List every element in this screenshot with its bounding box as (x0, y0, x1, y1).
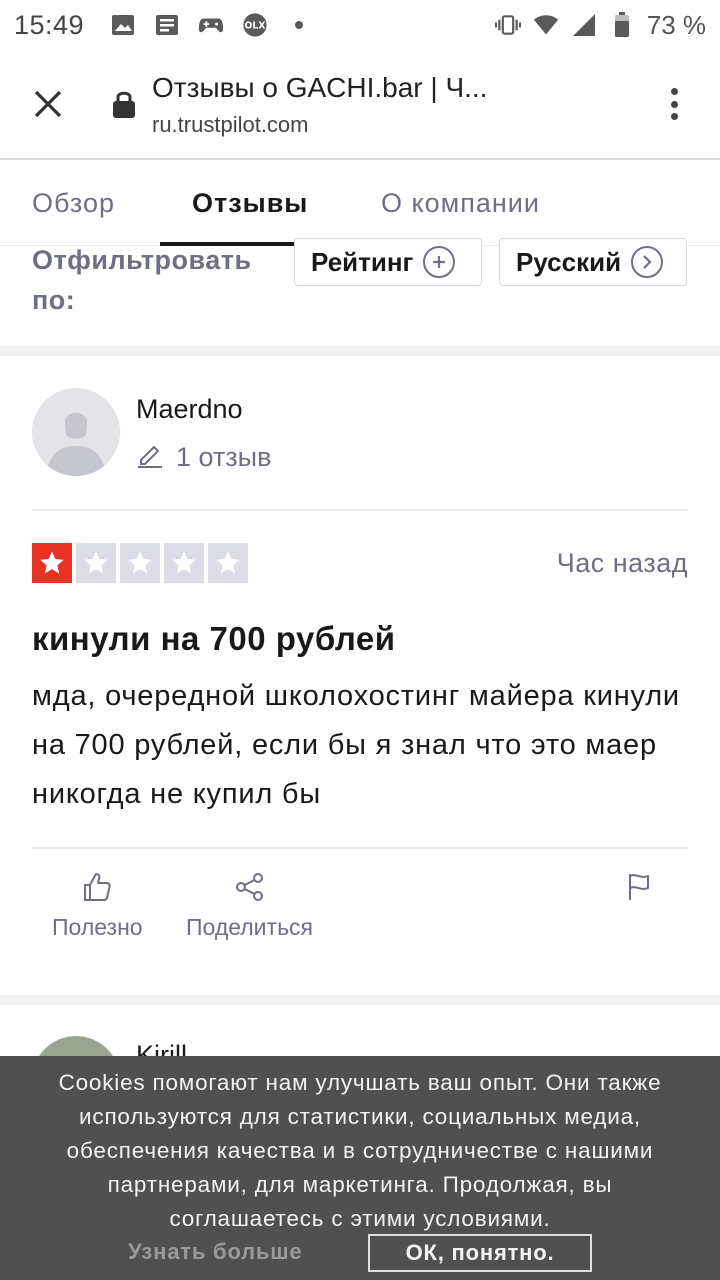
rating-filter-label: Рейтинг (311, 246, 414, 277)
battery-percent: 73 % (646, 9, 706, 40)
language-filter-label: Русский (516, 246, 622, 277)
share-button[interactable]: Поделиться (186, 870, 313, 941)
svg-text:OLX: OLX (245, 21, 266, 32)
review-body: мда, очередной школохостинг майера кинул… (32, 680, 680, 810)
vibrate-icon (494, 13, 521, 37)
share-icon (233, 870, 267, 904)
tab-reviews[interactable]: Отзывы (192, 188, 308, 219)
share-label: Поделиться (186, 914, 314, 940)
plus-icon (423, 246, 456, 278)
status-time: 15:49 (14, 9, 85, 40)
thumbs-up-icon (80, 870, 114, 904)
language-filter-button[interactable]: Русский (499, 238, 687, 286)
wifi-icon (533, 13, 559, 37)
reviewer-name[interactable]: Maerdno (136, 394, 243, 425)
battery-icon (609, 12, 635, 37)
pencil-icon (136, 440, 164, 475)
filter-label: Отфильтровать по: (32, 245, 252, 315)
close-icon[interactable] (28, 84, 68, 124)
learn-more-link[interactable]: Узнать больше (128, 1239, 302, 1265)
review-time: Час назад (556, 548, 688, 578)
page-url[interactable]: ru.trustpilot.com (152, 112, 309, 138)
cookie-banner: Cookies помогают нам улучшать ваш опыт. … (0, 1056, 720, 1280)
star-rating (32, 543, 248, 583)
page-title: Отзывы о GACHI.bar | Ч... (152, 72, 488, 103)
default-avatar-icon (32, 388, 120, 476)
reviewer-review-count: 1 отзыв (136, 440, 271, 475)
review-title[interactable]: кинули на 700 рублей (32, 620, 396, 658)
olx-icon: OLX (242, 13, 268, 37)
section-divider (0, 995, 720, 1005)
star-icon (208, 543, 248, 583)
dot-icon (286, 13, 312, 37)
flag-icon (622, 870, 656, 904)
game-controller-icon (198, 13, 224, 37)
divider (32, 509, 688, 511)
tab-about-company[interactable]: О компании (381, 188, 540, 219)
signal-icon (571, 13, 597, 37)
star-icon (76, 543, 116, 583)
news-icon (154, 13, 180, 37)
star-icon (164, 543, 204, 583)
tab-bar: Обзор Отзывы О компании (0, 162, 720, 246)
avatar[interactable] (32, 388, 120, 476)
more-options-icon[interactable] (660, 84, 688, 124)
divider (32, 847, 688, 849)
review-count-label: 1 отзыв (176, 442, 272, 472)
star-icon (120, 543, 160, 583)
cookie-accept-button[interactable]: ОК, понятно. (368, 1234, 592, 1272)
report-flag-button[interactable] (622, 870, 656, 904)
lock-icon (111, 88, 137, 120)
chevron-right-icon (631, 246, 664, 278)
image-icon (110, 13, 136, 37)
tab-overview[interactable]: Обзор (32, 188, 115, 219)
section-divider (0, 346, 720, 356)
useful-label: Полезно (52, 914, 143, 940)
status-bar: 15:49 OLX 73 % (0, 0, 720, 50)
useful-button[interactable]: Полезно (52, 870, 143, 941)
cookie-text: Cookies помогают нам улучшать ваш опыт. … (58, 1070, 662, 1231)
star-icon (32, 543, 72, 583)
rating-filter-button[interactable]: Рейтинг (294, 238, 482, 286)
browser-toolbar: Отзывы о GACHI.bar | Ч... ru.trustpilot.… (0, 50, 720, 160)
